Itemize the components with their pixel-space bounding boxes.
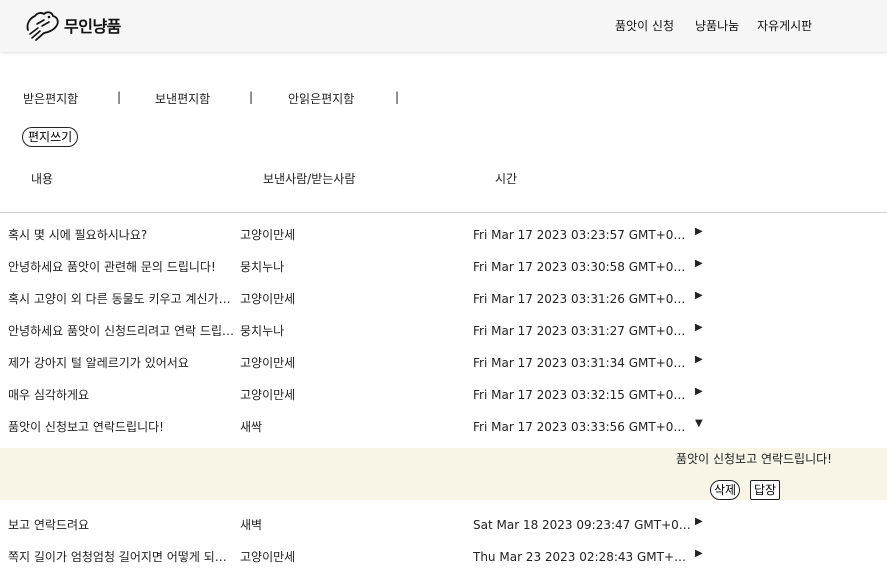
- column-header-person: 보낸사람/받는사람: [263, 172, 356, 186]
- message-person: 새싹: [240, 420, 263, 434]
- message-time: Fri Mar 17 2023 03:31:26 GMT+0900 (한국 표준…: [473, 292, 691, 306]
- tab-unread[interactable]: 안읽은편지함: [288, 90, 354, 107]
- message-person: 고양이만세: [240, 292, 296, 306]
- message-time: Sat Mar 18 2023 09:23:47 GMT+0900 (한국 표준…: [473, 518, 691, 532]
- message-person: 고양이만세: [240, 356, 296, 370]
- message-row[interactable]: 제가 강아지 털 알레르기가 있어서요 고양이만세 Fri Mar 17 202…: [0, 346, 887, 378]
- logo[interactable]: 무인냥품: [22, 8, 121, 42]
- header-divider: [0, 212, 887, 213]
- nav-free-board[interactable]: 자유게시판: [757, 17, 812, 34]
- message-time: Fri Mar 17 2023 03:23:57 GMT+0900 (한국 표준…: [473, 228, 691, 242]
- expand-arrow-icon[interactable]: ▶: [695, 226, 703, 237]
- expand-arrow-icon[interactable]: ▶: [695, 258, 703, 269]
- tab-separator: |: [249, 90, 254, 104]
- delete-button[interactable]: 삭제: [710, 480, 741, 500]
- message-content: 품앗이 신청보고 연락드립니다!: [8, 420, 164, 434]
- expand-arrow-icon[interactable]: ▶: [695, 290, 703, 301]
- message-time: Fri Mar 17 2023 03:30:58 GMT+0900 (한국 표준…: [473, 260, 691, 274]
- nav-nyangpum-share[interactable]: 냥품나눔: [695, 17, 739, 34]
- cat-paw-hand-icon: [26, 11, 59, 41]
- message-content: 보고 연락드려요: [8, 518, 90, 532]
- collapse-arrow-icon[interactable]: ▼: [695, 418, 703, 429]
- expand-arrow-icon[interactable]: ▶: [695, 354, 703, 365]
- nav-pumasi-apply[interactable]: 품앗이 신청: [615, 17, 674, 34]
- message-person: 뭉치누나: [240, 260, 285, 274]
- logo-text: 무인냥품: [64, 17, 121, 36]
- message-person: 고양이만세: [240, 388, 296, 402]
- message-time: Fri Mar 17 2023 03:32:15 GMT+0900 (한국 표준…: [473, 388, 691, 402]
- message-person: 고양이만세: [240, 228, 296, 242]
- tab-sent[interactable]: 보낸편지함: [155, 90, 210, 107]
- column-header-time: 시간: [495, 172, 518, 186]
- message-row[interactable]: 보고 연락드려요 새벽 Sat Mar 18 2023 09:23:47 GMT…: [0, 508, 887, 540]
- tab-inbox[interactable]: 받은편지함: [23, 90, 78, 107]
- message-person: 새벽: [240, 518, 263, 532]
- message-time: Fri Mar 17 2023 03:31:27 GMT+0900 (한국 표준…: [473, 324, 691, 338]
- expand-arrow-icon[interactable]: ▶: [695, 386, 703, 397]
- column-header-content: 내용: [31, 172, 54, 186]
- message-content: 안녕하세요 품앗이 관련해 문의 드립니다!: [8, 260, 216, 274]
- message-row[interactable]: 쪽지 길이가 엄청엄청 길어지면 어떻게 되나요 고양이만세 Thu Mar 2…: [0, 540, 887, 572]
- message-row-expanded[interactable]: 품앗이 신청보고 연락드립니다! 새싹 Fri Mar 17 2023 03:3…: [0, 410, 887, 442]
- top-header: 무인냥품 품앗이 신청 냥품나눔 자유게시판: [0, 0, 887, 52]
- message-row[interactable]: 매우 심각하게요 고양이만세 Fri Mar 17 2023 03:32:15 …: [0, 378, 887, 410]
- message-person: 고양이만세: [240, 550, 296, 564]
- expand-arrow-icon[interactable]: ▶: [695, 322, 703, 333]
- message-person: 뭉치누나: [240, 324, 285, 338]
- message-content: 매우 심각하게요: [8, 388, 90, 402]
- message-detail-text: 품앗이 신청보고 연락드립니다!: [676, 452, 832, 466]
- tab-separator: |: [117, 90, 122, 104]
- message-row[interactable]: 혹시 몇 시에 필요하시나요? 고양이만세 Fri Mar 17 2023 03…: [0, 218, 887, 250]
- message-content: 혹시 몇 시에 필요하시나요?: [8, 228, 148, 242]
- expand-arrow-icon[interactable]: ▶: [695, 548, 703, 559]
- message-content: 쪽지 길이가 엄청엄청 길어지면 어떻게 되나요: [8, 550, 234, 564]
- message-row[interactable]: 혹시 고양이 외 다른 동물도 키우고 계신가요? 고양이만세 Fri Mar …: [0, 282, 887, 314]
- message-time: Fri Mar 17 2023 03:33:56 GMT+0900 (한국 표준…: [473, 420, 691, 434]
- reply-button[interactable]: 답장: [750, 480, 781, 500]
- tab-separator: |: [395, 90, 400, 104]
- message-content: 혹시 고양이 외 다른 동물도 키우고 계신가요?: [8, 292, 234, 306]
- message-content: 안녕하세요 품앗이 신청드리려고 연락 드립니다: [8, 324, 234, 338]
- message-time: Fri Mar 17 2023 03:31:34 GMT+0900 (한국 표준…: [473, 356, 691, 370]
- message-content: 제가 강아지 털 알레르기가 있어서요: [8, 356, 189, 370]
- message-detail-panel: 품앗이 신청보고 연락드립니다! 삭제 답장: [0, 448, 887, 500]
- message-row[interactable]: 안녕하세요 품앗이 관련해 문의 드립니다! 뭉치누나 Fri Mar 17 2…: [0, 250, 887, 282]
- write-letter-button[interactable]: 편지쓰기: [22, 127, 79, 147]
- message-time: Thu Mar 23 2023 02:28:43 GMT+0900 (한국 표준…: [473, 550, 691, 564]
- message-row[interactable]: 안녕하세요 품앗이 신청드리려고 연락 드립니다 뭉치누나 Fri Mar 17…: [0, 314, 887, 346]
- expand-arrow-icon[interactable]: ▶: [695, 516, 703, 527]
